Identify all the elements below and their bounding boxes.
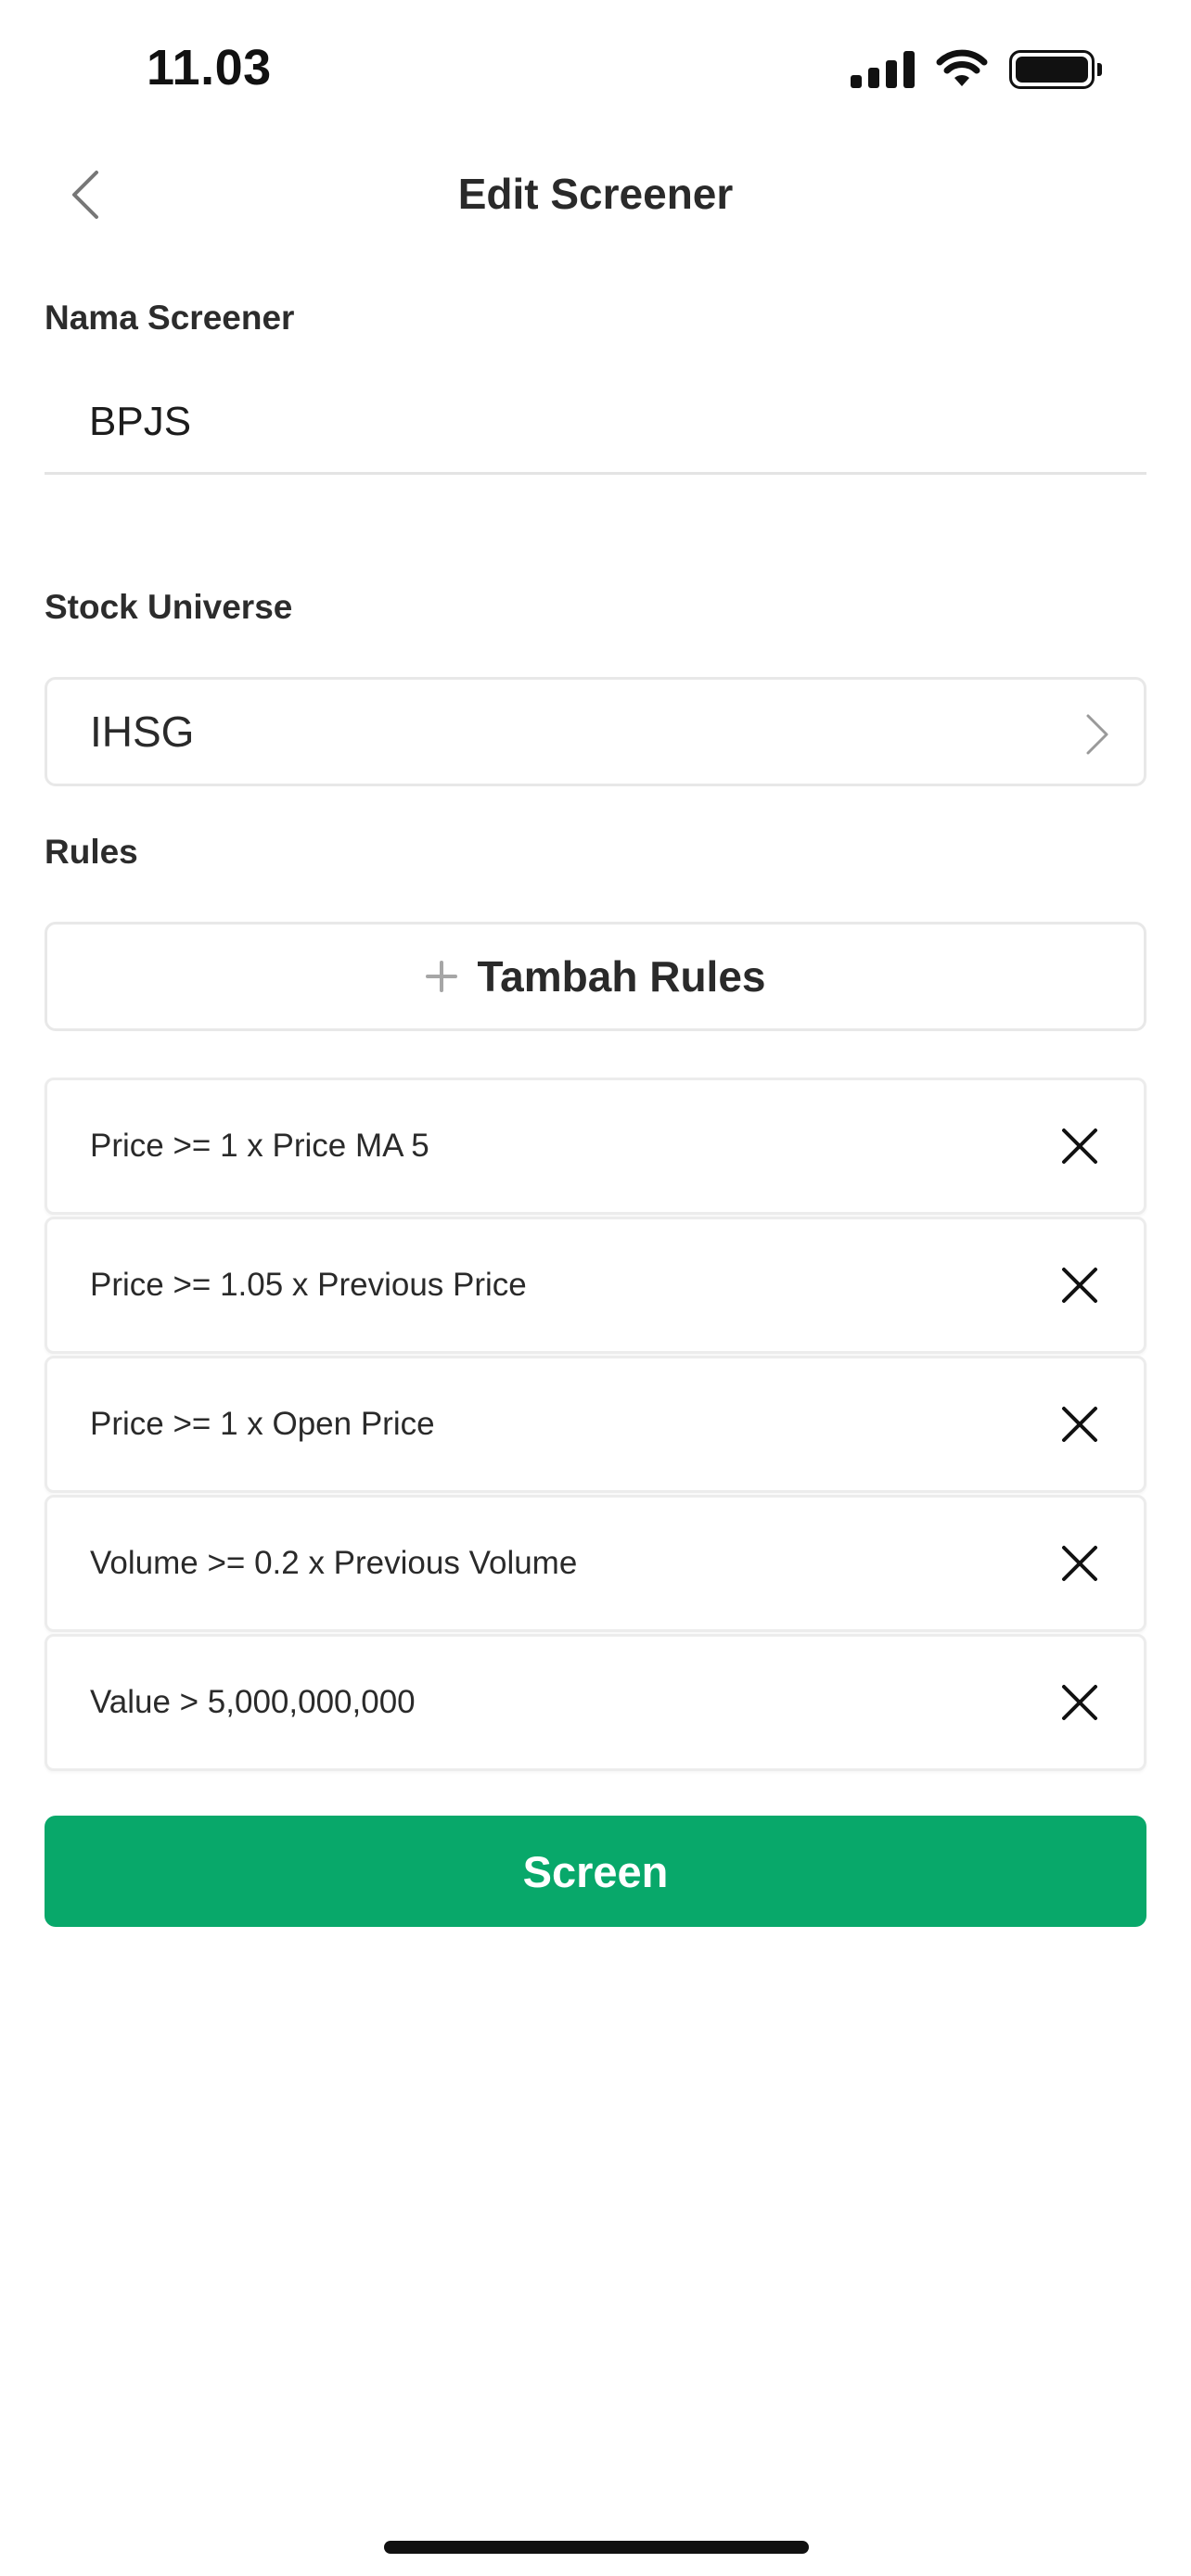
rule-item: Volume >= 0.2 x Previous Volume: [45, 1495, 1146, 1632]
status-bar: 11.03: [0, 0, 1191, 139]
screen-button[interactable]: Screen: [45, 1816, 1146, 1927]
cellular-signal-icon: [851, 51, 915, 88]
plus-icon: [425, 961, 457, 992]
close-icon[interactable]: [1057, 1401, 1103, 1447]
rule-text: Price >= 1 x Price MA 5: [90, 1128, 429, 1164]
battery-icon: [1009, 50, 1102, 89]
rule-item: Price >= 1 x Open Price: [45, 1356, 1146, 1493]
screener-name-label: Nama Screener: [45, 299, 295, 337]
rule-item: Value > 5,000,000,000: [45, 1634, 1146, 1771]
rule-item: Price >= 1 x Price MA 5: [45, 1078, 1146, 1215]
rule-text: Price >= 1.05 x Previous Price: [90, 1267, 527, 1303]
status-icons: [851, 48, 1102, 91]
stock-universe-label: Stock Universe: [45, 588, 293, 626]
rules-list: Price >= 1 x Price MA 5 Price >= 1.05 x …: [45, 1078, 1146, 1773]
close-icon[interactable]: [1057, 1123, 1103, 1169]
nav-bar: Edit Screener: [0, 148, 1191, 241]
status-time: 11.03: [147, 40, 272, 96]
screener-name-input[interactable]: [45, 371, 1146, 475]
rule-item: Price >= 1.05 x Previous Price: [45, 1217, 1146, 1354]
close-icon[interactable]: [1057, 1679, 1103, 1726]
stock-universe-value: IHSG: [90, 708, 195, 756]
close-icon[interactable]: [1057, 1540, 1103, 1587]
add-rules-button[interactable]: Tambah Rules: [45, 922, 1146, 1031]
rules-label: Rules: [45, 833, 138, 871]
rule-text: Value > 5,000,000,000: [90, 1684, 416, 1720]
home-indicator[interactable]: [384, 2541, 809, 2554]
page-title: Edit Screener: [457, 170, 734, 218]
chevron-right-icon: [1086, 714, 1108, 755]
wifi-icon: [936, 49, 988, 86]
stock-universe-selector[interactable]: IHSG: [45, 677, 1146, 786]
rule-text: Volume >= 0.2 x Previous Volume: [90, 1545, 578, 1581]
rule-text: Price >= 1 x Open Price: [90, 1406, 435, 1442]
close-icon[interactable]: [1057, 1262, 1103, 1308]
add-rules-label: Tambah Rules: [477, 952, 766, 1001]
